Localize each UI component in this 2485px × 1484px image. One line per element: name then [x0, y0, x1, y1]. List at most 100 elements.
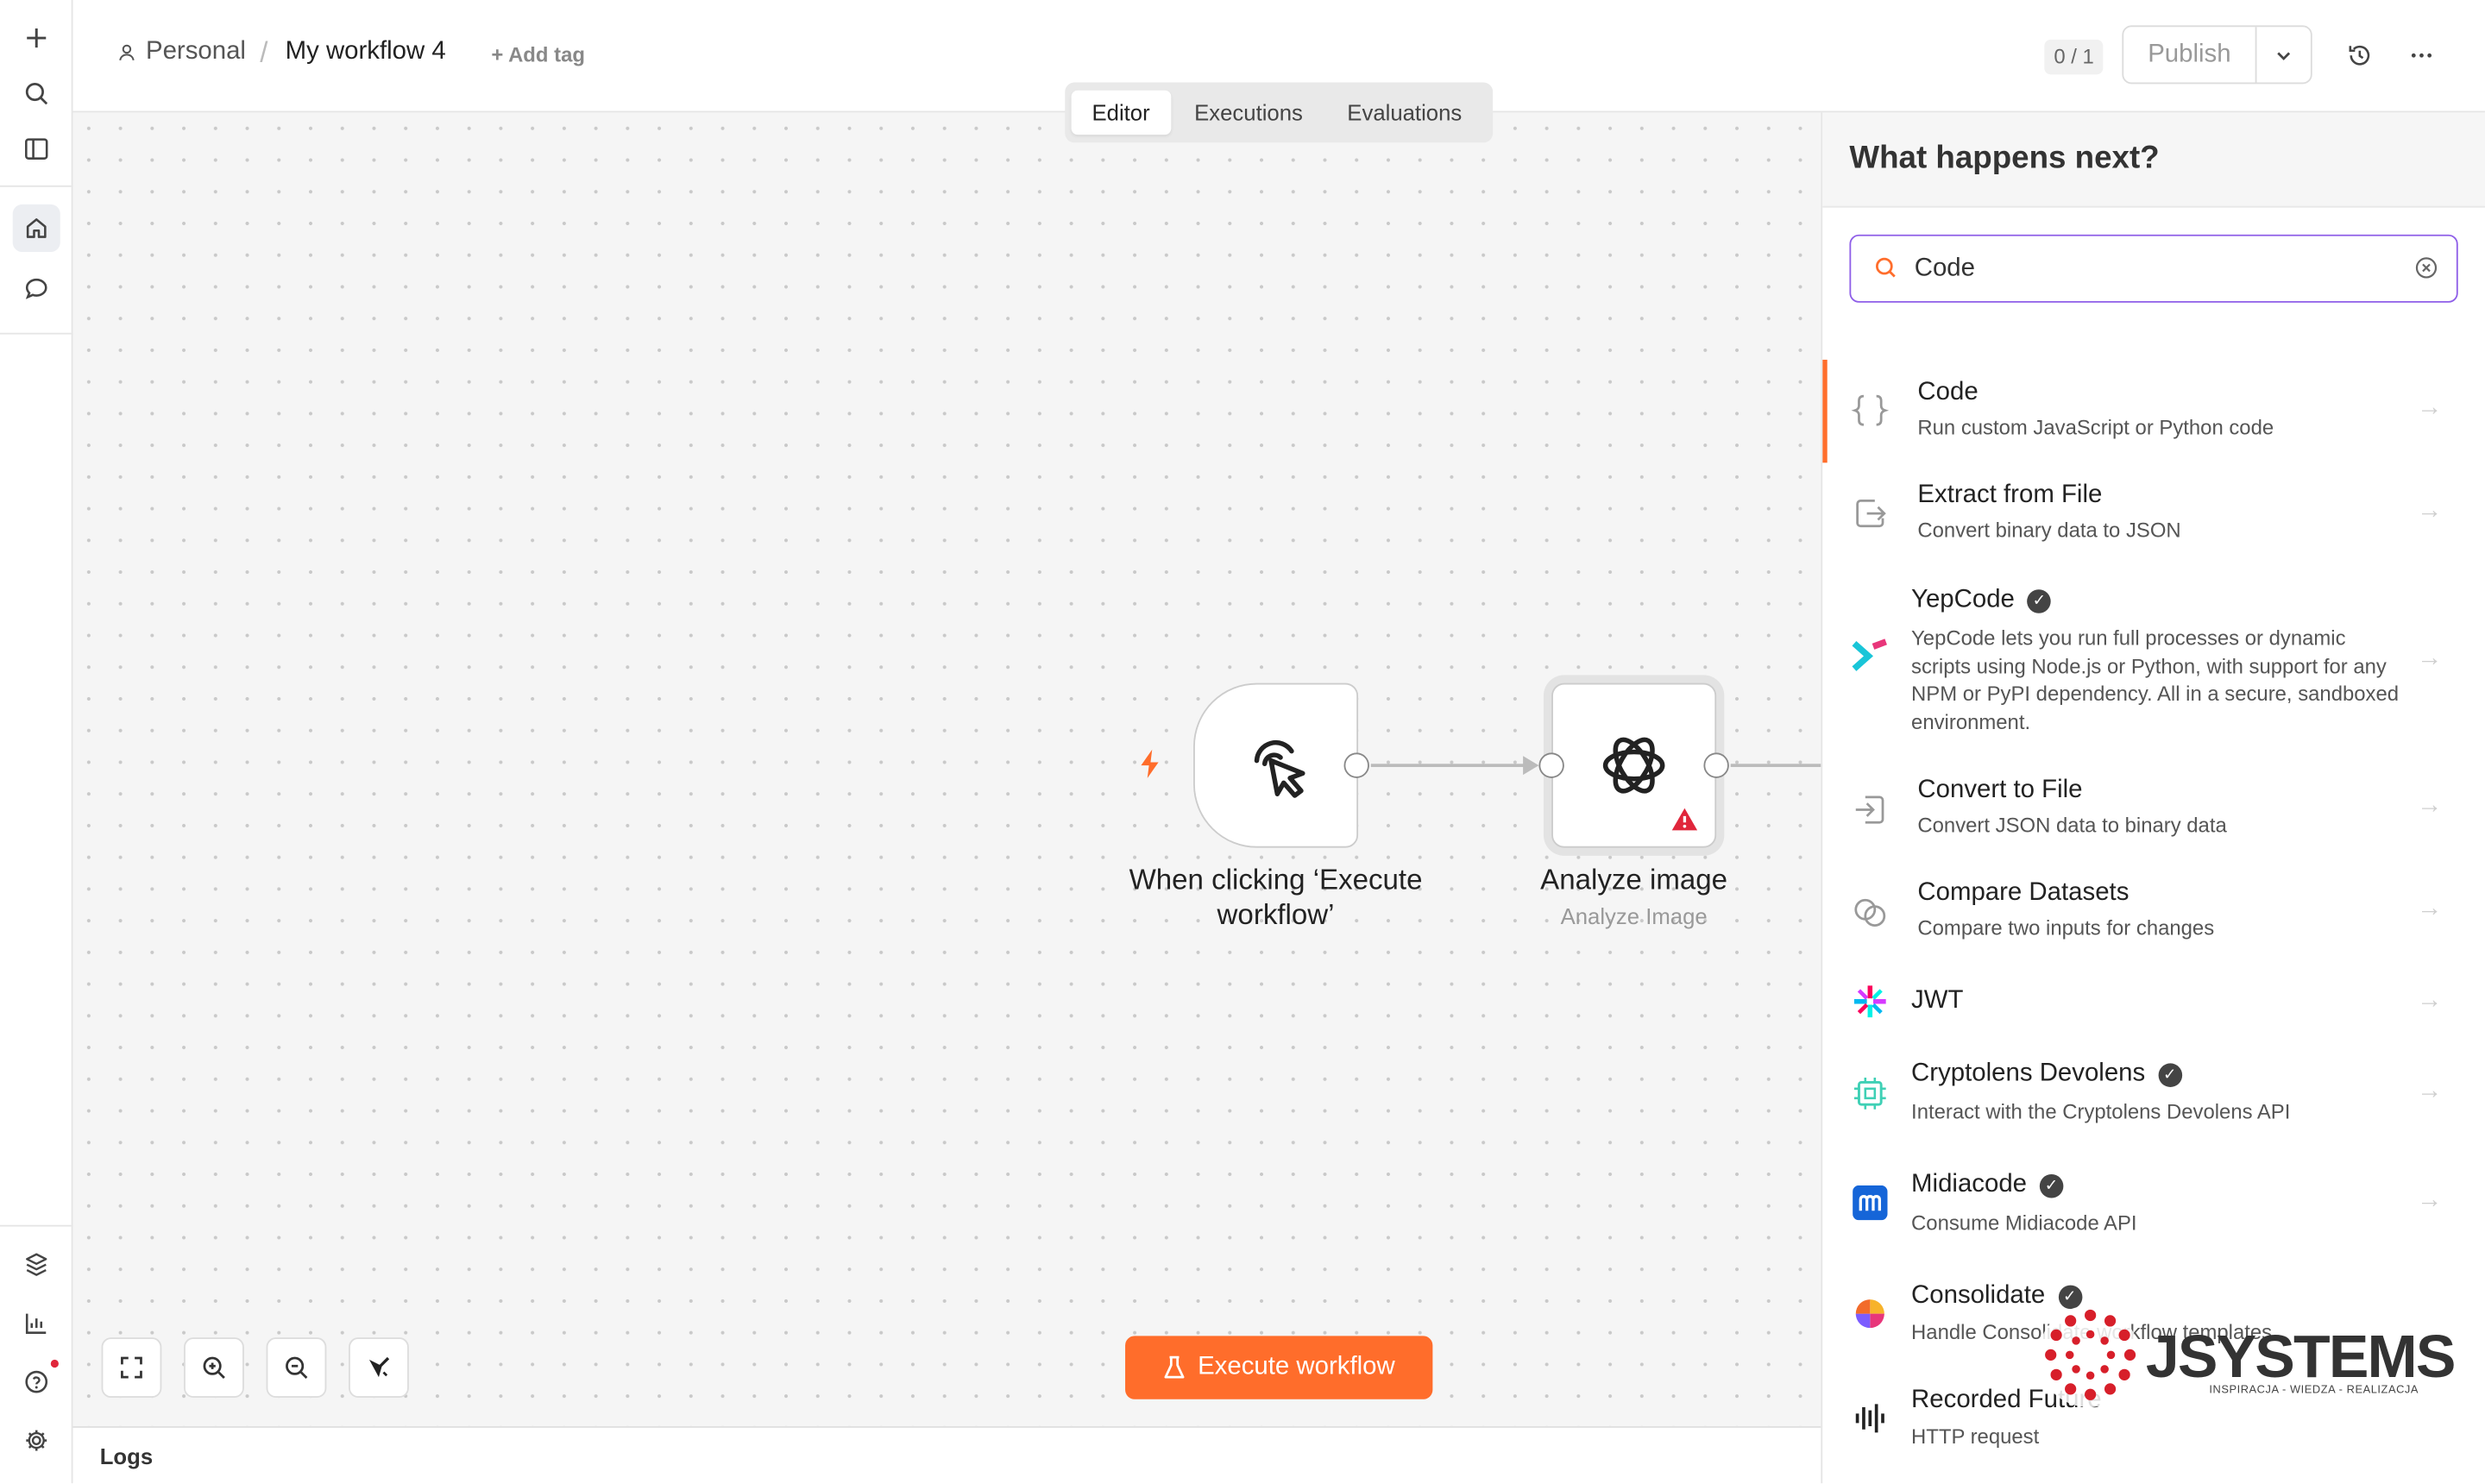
ai-input-handle[interactable]	[1538, 752, 1564, 778]
connection-arrow-icon	[1523, 756, 1539, 776]
insights-icon[interactable]	[13, 1299, 60, 1347]
ai-node-subtitle: Analyze Image	[1560, 902, 1708, 929]
clear-search-icon[interactable]	[2415, 257, 2438, 280]
tab-editor[interactable]: Editor	[1071, 90, 1171, 135]
trigger-node[interactable]	[1193, 682, 1359, 848]
tidy-up-button[interactable]	[349, 1337, 409, 1398]
logs-label: Logs	[99, 1443, 154, 1469]
workflow-name[interactable]: My workflow 4	[286, 38, 446, 66]
yepcode-logo-icon	[1849, 636, 1890, 677]
panel-title: What happens next?	[1849, 141, 2160, 176]
verified-badge-icon: ✓	[2157, 1062, 2182, 1087]
code-braces-icon	[1849, 390, 1890, 431]
add-tag-button[interactable]: + Add tag	[491, 43, 585, 67]
arrow-right-icon: →	[2416, 497, 2443, 525]
arrow-right-icon: →	[2416, 1186, 2443, 1214]
node-item-title: Code	[1917, 378, 1979, 406]
version-counter: 0 / 1	[2044, 39, 2104, 75]
node-item-desc: YepCode lets you run full processes or d…	[1911, 626, 2400, 733]
jsystems-watermark: JSYSTEMS INSPIRACJA - WIEDZA - REALIZACJ…	[2037, 1305, 2456, 1411]
templates-icon[interactable]	[13, 1241, 60, 1288]
zoom-out-button[interactable]	[266, 1337, 327, 1398]
node-item-yepcode[interactable]: YepCode ✓ YepCode lets you run full proce…	[1822, 566, 2485, 748]
node-item-desc: Convert JSON data to binary data	[1917, 813, 2227, 837]
breadcrumb-separator: /	[260, 36, 268, 68]
tab-evaluations[interactable]: Evaluations	[1326, 91, 1482, 135]
logs-bar[interactable]: Logs	[72, 1426, 1821, 1484]
view-tabs: Editor Executions Evaluations	[1065, 82, 1494, 143]
node-item-title: YepCode ✓	[1911, 587, 2052, 615]
node-item-midiacode[interactable]: Midiacode ✓ Consume Midiacode API →	[1822, 1148, 2485, 1259]
verified-badge-icon: ✓	[2057, 1284, 2082, 1309]
node-creator-panel: What happens next? Code Run custom JavaS…	[1821, 112, 2485, 1484]
node-search-input[interactable]	[1914, 248, 2390, 291]
verified-badge-icon: ✓	[2039, 1173, 2064, 1198]
publish-button[interactable]: Publish	[2123, 27, 2257, 83]
node-item-convert-to-file[interactable]: Convert to File Convert JSON data to bin…	[1822, 758, 2485, 860]
node-item-desc: HTTP request	[1911, 1424, 2040, 1449]
home-icon[interactable]	[12, 204, 60, 253]
watermark-brand: JSYSTEMS	[2145, 1324, 2457, 1392]
connection-line-out	[1730, 764, 1821, 767]
node-item-cryptolens-devolens[interactable]: Cryptolens Devolens ✓ Interact with the C…	[1822, 1040, 2485, 1148]
node-item-desc: Consume Midiacode API	[1911, 1210, 2137, 1235]
arrow-right-icon: →	[2416, 987, 2443, 1015]
node-search-box	[1849, 234, 2458, 303]
project-name: Personal	[145, 38, 246, 66]
zoom-in-icon	[203, 1356, 225, 1379]
trigger-node-label: When clicking ‘Execute workflow’	[1129, 864, 1423, 931]
breadcrumb-project[interactable]: Personal	[117, 38, 246, 66]
arrow-right-icon: →	[2416, 645, 2443, 672]
sidebar-toggle-icon[interactable]	[13, 125, 60, 173]
openai-logo-icon	[1602, 737, 1665, 794]
jwt-logo-icon	[1849, 981, 1890, 1022]
node-item-title: JWT	[1911, 987, 1964, 1015]
help-icon[interactable]	[13, 1358, 60, 1405]
arrow-right-icon: →	[2416, 895, 2443, 922]
node-item-title: Consolidate ✓	[1911, 1282, 2082, 1311]
arrow-right-icon: →	[2416, 792, 2443, 820]
more-options-icon[interactable]	[2404, 38, 2438, 72]
publish-button-group: Publish	[2122, 25, 2312, 85]
search-icon	[1876, 257, 1896, 278]
chat-icon[interactable]	[13, 265, 60, 312]
connection-line	[1370, 764, 1530, 767]
watermark-tagline: INSPIRACJA - WIEDZA - REALIZACJA	[2209, 1385, 2419, 1397]
history-icon[interactable]	[2343, 38, 2377, 72]
chip-icon	[1849, 1072, 1890, 1114]
chevron-down-icon	[2277, 51, 2291, 60]
node-item-compare-datasets[interactable]: Compare Datasets Compare two inputs for …	[1822, 860, 2485, 963]
plus-icon[interactable]	[13, 15, 60, 62]
arrow-right-icon: →	[2416, 394, 2443, 422]
node-item-desc: Interact with the Cryptolens Devolens AP…	[1911, 1099, 2291, 1124]
fullscreen-icon	[121, 1356, 142, 1379]
trigger-output-handle[interactable]	[1343, 752, 1369, 778]
user-icon	[119, 44, 135, 61]
cursor-click-icon	[1254, 739, 1305, 798]
execute-workflow-button[interactable]: Execute workflow	[1125, 1336, 1433, 1399]
node-item-desc: Convert binary data to JSON	[1917, 518, 2181, 543]
jsystems-logo-icon	[2045, 1309, 2136, 1400]
node-item-extract-from-file[interactable]: Extract from File Convert binary data to…	[1822, 462, 2485, 565]
tab-executions[interactable]: Executions	[1173, 91, 1324, 135]
recorded-future-icon	[1849, 1398, 1890, 1439]
fit-view-button[interactable]	[101, 1337, 162, 1398]
file-import-icon	[1849, 789, 1890, 831]
node-item-code[interactable]: Code Run custom JavaScript or Python cod…	[1822, 359, 2485, 463]
ai-output-handle[interactable]	[1703, 752, 1729, 778]
search-icon[interactable]	[13, 70, 60, 117]
node-item-desc: Run custom JavaScript or Python code	[1917, 415, 2274, 439]
trigger-lightning-icon	[1136, 748, 1165, 788]
flask-icon	[1164, 1355, 1185, 1379]
publish-dropdown-button[interactable]	[2256, 27, 2310, 82]
execute-workflow-label: Execute workflow	[1198, 1353, 1395, 1380]
zoom-in-button[interactable]	[184, 1337, 244, 1398]
analyze-image-node[interactable]	[1551, 682, 1717, 848]
file-export-icon	[1849, 493, 1890, 534]
notification-dot	[50, 1359, 59, 1368]
warning-icon[interactable]	[1670, 807, 1699, 832]
node-item-jwt[interactable]: JWT →	[1822, 964, 2485, 1040]
node-item-desc: Compare two inputs for changes	[1917, 915, 2215, 940]
node-item-title: Convert to File	[1917, 776, 2083, 804]
settings-gear-icon[interactable]	[13, 1417, 60, 1464]
